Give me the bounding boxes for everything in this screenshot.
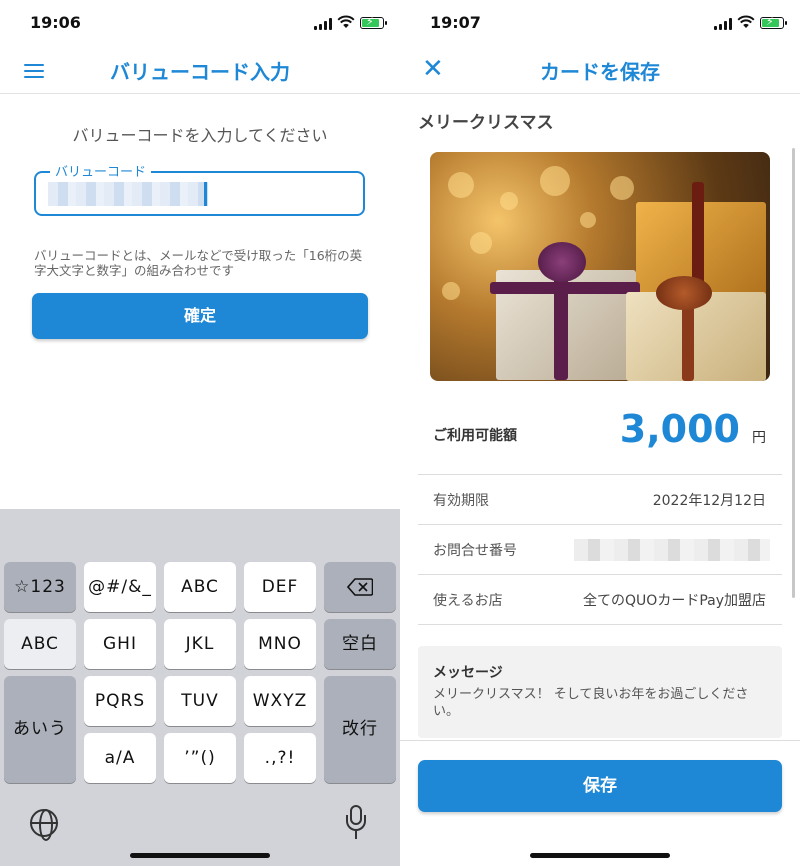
key-space[interactable]: 空白 [324, 619, 396, 669]
value-code-screen: 19:06 ⚡ バリューコード入力 バリューコードを入力してください バリューコ… [0, 0, 400, 866]
key-abc-mode[interactable]: ABC [4, 619, 76, 669]
home-indicator [130, 853, 270, 858]
key-brackets[interactable]: ’”() [164, 733, 236, 783]
key-def[interactable]: DEF [244, 562, 316, 612]
home-indicator [530, 853, 670, 858]
blurred-input-value [48, 182, 208, 206]
info-row-stores: 使えるお店 全てのQUOカードPay加盟店 [418, 575, 782, 625]
save-button[interactable]: 保存 [418, 760, 782, 812]
message-title: メッセージ [433, 665, 503, 681]
expiry-value: 2022年12月12日 [652, 493, 766, 509]
keyboard: ☆123 @#/&_ ABC DEF ABC GHI JKL MNO 空白 あい… [0, 509, 400, 866]
signal-icon [714, 18, 733, 30]
christmas-gift-image [430, 152, 770, 381]
status-time: 19:06 [30, 13, 81, 32]
balance-unit: 円 [752, 430, 766, 446]
input-prompt: バリューコードを入力してください [72, 126, 328, 145]
key-symbols[interactable]: ☆123 [4, 562, 76, 612]
key-punct[interactable]: @#/&_ [84, 562, 156, 612]
backspace-icon [346, 578, 374, 596]
save-card-screen: 19:07 ⚡ ✕ カードを保存 メリークリスマス ご利用可能額 3,000 円… [400, 0, 800, 866]
key-punctuation[interactable]: .,?! [244, 733, 316, 783]
key-pqrs[interactable]: PQRS [84, 676, 156, 726]
key-mno[interactable]: MNO [244, 619, 316, 669]
page-title: カードを保存 [540, 60, 660, 84]
key-jkl[interactable]: JKL [164, 619, 236, 669]
page-title: バリューコード入力 [110, 60, 290, 84]
divider [400, 740, 800, 741]
key-case[interactable]: a/A [84, 733, 156, 783]
info-row-inquiry: お問合せ番号 [418, 525, 782, 575]
wifi-icon [737, 15, 755, 28]
value-code-field-label: バリューコード [50, 161, 152, 180]
key-abc[interactable]: ABC [164, 562, 236, 612]
message-text: メリークリスマス！ そして良いお年をお過ごしください。 [433, 687, 749, 719]
status-time: 19:07 [430, 13, 481, 32]
wifi-icon [337, 15, 355, 28]
key-tuv[interactable]: TUV [164, 676, 236, 726]
info-row-expiry: 有効期限 2022年12月12日 [418, 475, 782, 525]
expiry-label: 有効期限 [433, 493, 489, 509]
key-return[interactable]: 改行 [324, 676, 396, 783]
microphone-icon[interactable] [346, 805, 366, 841]
stores-label: 使えるお店 [433, 593, 503, 609]
text-cursor [204, 182, 207, 206]
nav-header: バリューコード入力 [0, 46, 400, 94]
balance-row: ご利用可能額 3,000 円 [418, 403, 782, 475]
message-box: メッセージ メリークリスマス！ そして良いお年をお過ごしください。 [418, 646, 782, 738]
inquiry-label: お問合せ番号 [433, 543, 517, 559]
battery-icon: ⚡ [360, 15, 387, 29]
globe-icon[interactable] [30, 809, 58, 841]
stores-value: 全てのQUOカードPay加盟店 [583, 593, 766, 609]
balance-value: 3,000 [619, 407, 740, 451]
key-ghi[interactable]: GHI [84, 619, 156, 669]
blurred-inquiry-number [574, 539, 770, 561]
battery-icon: ⚡ [760, 15, 787, 29]
nav-header: ✕ カードを保存 [400, 46, 800, 94]
signal-icon [314, 18, 333, 30]
backspace-key[interactable] [324, 562, 396, 612]
help-text: バリューコードとは、メールなどで受け取った「16桁の英字大文字と数字」の組み合わ… [34, 248, 363, 278]
confirm-button[interactable]: 確定 [32, 293, 368, 339]
scroll-indicator[interactable] [792, 148, 795, 598]
status-bar: 19:07 ⚡ [400, 0, 800, 46]
key-kana-mode[interactable]: あいう [4, 676, 76, 783]
balance-label: ご利用可能額 [433, 428, 517, 444]
status-bar: 19:06 ⚡ [0, 0, 400, 46]
card-name: メリークリスマス [418, 113, 554, 133]
key-wxyz[interactable]: WXYZ [244, 676, 316, 726]
